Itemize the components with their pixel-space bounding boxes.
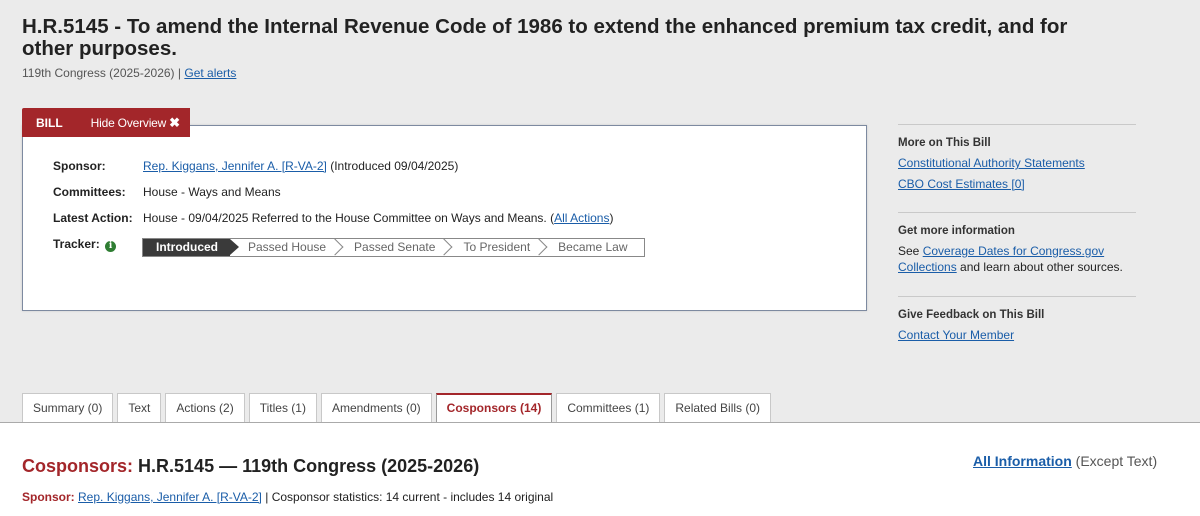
hide-overview-label: Hide Overview xyxy=(90,115,167,130)
latest-action-text: House - 09/04/2025 Referred to the House… xyxy=(143,211,547,225)
sidebar-info-text: See Coverage Dates for Congress.gov Coll… xyxy=(898,243,1136,275)
cosponsors-heading: Cosponsors: H.R.5145 — 119th Congress (2… xyxy=(22,456,479,477)
committees-row: Committees: House - Ways and Means xyxy=(53,185,281,199)
sponsor-link[interactable]: Rep. Kiggans, Jennifer A. [R-VA-2] xyxy=(143,159,327,173)
cosponsors-heading-rest: H.R.5145 — 119th Congress (2025-2026) xyxy=(138,456,480,476)
cbo-cost-estimates-link[interactable]: CBO Cost Estimates [0] xyxy=(898,177,1025,191)
all-information-area: All Information (Except Text) xyxy=(973,453,1157,469)
cosponsors-content: Cosponsors: H.R.5145 — 119th Congress (2… xyxy=(0,422,1200,516)
tab-text[interactable]: Text xyxy=(117,393,162,422)
tracker-row: Tracker: i xyxy=(53,237,143,252)
tab-titles[interactable]: Titles (1) xyxy=(248,393,317,422)
tracker-step-to-president: To President xyxy=(445,238,548,256)
committees-label: Committees: xyxy=(53,185,126,199)
bill-label: BILL xyxy=(36,115,63,130)
cosponsor-sponsor-separator: | xyxy=(265,490,269,504)
tracker-step-introduced: Introduced xyxy=(143,239,239,256)
contact-your-member-link[interactable]: Contact Your Member xyxy=(898,328,1014,342)
sidebar-more-section: More on This Bill Constitutional Authori… xyxy=(898,124,1136,197)
tab-summary[interactable]: Summary (0) xyxy=(22,393,114,422)
cosponsor-sponsor-label: Sponsor: xyxy=(22,490,75,504)
sponsor-value: Rep. Kiggans, Jennifer A. [R-VA-2] (Intr… xyxy=(143,159,458,173)
tab-actions[interactable]: Actions (2) xyxy=(165,393,245,422)
bill-overview-panel: Sponsor: Rep. Kiggans, Jennifer A. [R-VA… xyxy=(22,125,867,311)
page-title: H.R.5145 - To amend the Internal Revenue… xyxy=(22,15,1068,60)
overview-tab: BILL Hide Overview ✖ xyxy=(22,108,190,137)
committees-value: House - Ways and Means xyxy=(143,185,281,199)
sidebar-info-heading: Get more information xyxy=(898,225,1015,237)
close-x-icon: ✖ xyxy=(169,114,180,130)
tracker-label-text: Tracker: xyxy=(53,237,100,251)
page-subtitle: 119th Congress (2025-2026) | Get alerts xyxy=(22,66,236,80)
info-icon[interactable]: i xyxy=(105,240,117,252)
tracker-step-passed-senate: Passed Senate xyxy=(336,238,453,256)
cosponsors-heading-prefix: Cosponsors: xyxy=(22,456,134,476)
bill-status-tracker: Introduced Passed House Passed Senate To… xyxy=(142,238,645,257)
sidebar-feedback-section: Give Feedback on This Bill Contact Your … xyxy=(898,296,1136,348)
hide-overview-button[interactable]: Hide Overview ✖ xyxy=(77,115,190,131)
sponsor-introduced: (Introduced 09/04/2025) xyxy=(330,159,459,173)
subtitle-separator: | xyxy=(177,66,182,80)
tracker-step-became-law: Became Law xyxy=(558,240,628,254)
constitutional-authority-link[interactable]: Constitutional Authority Statements xyxy=(898,156,1085,170)
congress-session: 119th Congress (2025-2026) xyxy=(22,66,175,80)
sidebar-info-suffix: and learn about other sources. xyxy=(960,260,1123,274)
tracker-label: Tracker: i xyxy=(53,237,143,252)
all-information-suffix: (Except Text) xyxy=(1075,453,1158,469)
tracker-step-passed-house: Passed House xyxy=(230,238,344,256)
latest-action-value: House - 09/04/2025 Referred to the House… xyxy=(143,211,613,225)
sidebar-more-heading: More on This Bill xyxy=(898,137,991,149)
sidebar-info-section: Get more information See Coverage Dates … xyxy=(898,212,1136,275)
cosponsor-sponsor-link[interactable]: Rep. Kiggans, Jennifer A. [R-VA-2] xyxy=(78,490,262,504)
all-actions-close: ) xyxy=(609,211,614,225)
sidebar-feedback-heading: Give Feedback on This Bill xyxy=(898,309,1045,321)
latest-action-row: Latest Action: House - 09/04/2025 Referr… xyxy=(53,211,613,225)
latest-action-label: Latest Action: xyxy=(53,211,133,225)
sidebar-info-prefix: See xyxy=(898,244,920,258)
get-alerts-link[interactable]: Get alerts xyxy=(184,66,236,80)
sponsor-label: Sponsor: xyxy=(53,159,106,173)
all-information-link[interactable]: All Information xyxy=(973,453,1072,469)
tracker-step-to-president-label: To President xyxy=(463,240,531,254)
sponsor-row: Sponsor: Rep. Kiggans, Jennifer A. [R-VA… xyxy=(53,159,458,173)
cosponsor-sponsor-line: Sponsor: Rep. Kiggans, Jennifer A. [R-VA… xyxy=(22,490,553,504)
tab-cosponsors[interactable]: Cosponsors (14) xyxy=(435,393,553,424)
tab-related-bills[interactable]: Related Bills (0) xyxy=(664,393,772,422)
all-actions-link[interactable]: All Actions xyxy=(554,211,609,225)
tab-committees[interactable]: Committees (1) xyxy=(556,393,661,422)
tab-amendments[interactable]: Amendments (0) xyxy=(320,393,432,422)
tracker-step-passed-senate-label: Passed Senate xyxy=(354,240,436,254)
cosponsor-statistics: Cosponsor statistics: 14 current - inclu… xyxy=(271,490,554,504)
tracker-step-passed-house-label: Passed House xyxy=(248,240,327,254)
bill-tabs: Summary (0) Text Actions (2) Titles (1) … xyxy=(22,393,772,424)
